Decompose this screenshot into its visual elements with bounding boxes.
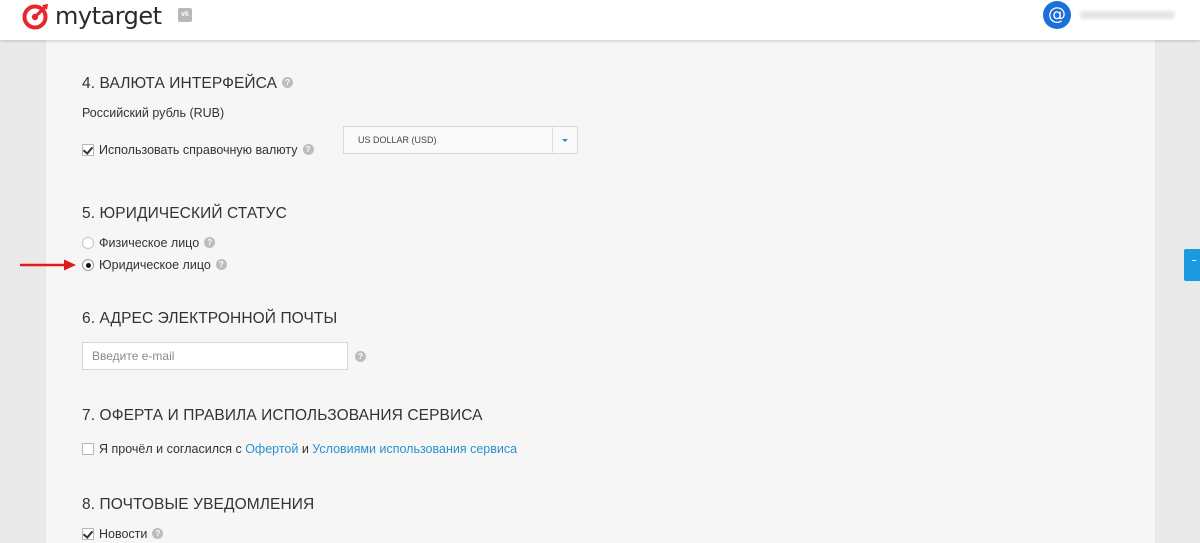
radio-individual-label: Физическое лицо?	[99, 236, 216, 250]
section-title-offer: 7. ОФЕРТА И ПРАВИЛА ИСПОЛЬЗОВАНИЯ СЕРВИС…	[82, 407, 483, 425]
news-checkbox[interactable]	[82, 528, 94, 540]
news-label: Новости?	[99, 527, 164, 541]
radio-legal-entity-label: Юридическое лицо?	[99, 258, 227, 272]
brand-name: mytarget	[55, 2, 162, 30]
and-text: и	[298, 442, 313, 456]
vk-icon[interactable]: vk	[178, 8, 192, 22]
target-logo-icon	[22, 4, 48, 30]
radio-label-text: Физическое лицо	[99, 236, 200, 250]
agree-terms-label: Я прочёл и согласился с Офертой и Услови…	[99, 442, 517, 456]
reference-currency-label: Использовать справочную валюту?	[99, 143, 314, 157]
section-title-text: 5. ЮРИДИЧЕСКИЙ СТАТУС	[82, 205, 287, 222]
reference-currency-text: Использовать справочную валюту	[99, 143, 298, 157]
user-name-redacted[interactable]	[1080, 11, 1175, 19]
user-avatar[interactable]: @	[1043, 1, 1071, 29]
section-title-notifications: 8. ПОЧТОВЫЕ УВЕДОМЛЕНИЯ	[82, 496, 314, 514]
top-header: mytarget vk @	[0, 0, 1200, 40]
chevron-down-icon[interactable]	[552, 127, 577, 153]
section-title-currency: 4. ВАЛЮТА ИНТЕРФЕЙСА?	[82, 75, 294, 93]
email-field[interactable]	[82, 342, 348, 370]
radio-individual[interactable]	[82, 237, 94, 249]
terms-link[interactable]: Условиями использования сервиса	[312, 442, 517, 456]
news-label-text: Новости	[99, 527, 148, 541]
offer-link[interactable]: Офертой	[245, 442, 298, 456]
help-icon[interactable]: ?	[152, 528, 164, 540]
reference-currency-checkbox[interactable]	[82, 144, 94, 156]
red-arrow-annotation	[20, 259, 76, 271]
radio-label-text: Юридическое лицо	[99, 258, 211, 272]
side-feedback-tab[interactable]	[1184, 249, 1200, 281]
radio-legal-entity[interactable]	[82, 259, 94, 271]
agree-terms-checkbox[interactable]	[82, 443, 94, 455]
help-icon[interactable]: ?	[204, 237, 216, 249]
reference-currency-select[interactable]: US DOLLAR (USD)	[343, 126, 578, 154]
interface-currency-value: Российский рубль (RUB)	[82, 106, 225, 120]
help-icon[interactable]: ?	[215, 259, 227, 271]
agree-prefix-text: Я прочёл и согласился с	[99, 442, 246, 456]
section-title-email: 6. АДРЕС ЭЛЕКТРОННОЙ ПОЧТЫ	[82, 310, 337, 328]
help-icon[interactable]: ?	[355, 351, 366, 362]
brand-logo[interactable]: mytarget	[22, 2, 162, 30]
section-title-legal-status: 5. ЮРИДИЧЕСКИЙ СТАТУС	[82, 205, 287, 223]
section-title-text: 4. ВАЛЮТА ИНТЕРФЕЙСА	[82, 75, 278, 92]
section-title-text: 6. АДРЕС ЭЛЕКТРОННОЙ ПОЧТЫ	[82, 310, 338, 327]
help-icon[interactable]: ?	[302, 144, 314, 156]
section-title-text: 7. ОФЕРТА И ПРАВИЛА ИСПОЛЬЗОВАНИЯ СЕРВИС…	[82, 407, 483, 424]
section-title-text: 8. ПОЧТОВЫЕ УВЕДОМЛЕНИЯ	[82, 496, 315, 513]
select-value: US DOLLAR (USD)	[358, 135, 437, 145]
help-icon[interactable]: ?	[282, 77, 294, 89]
